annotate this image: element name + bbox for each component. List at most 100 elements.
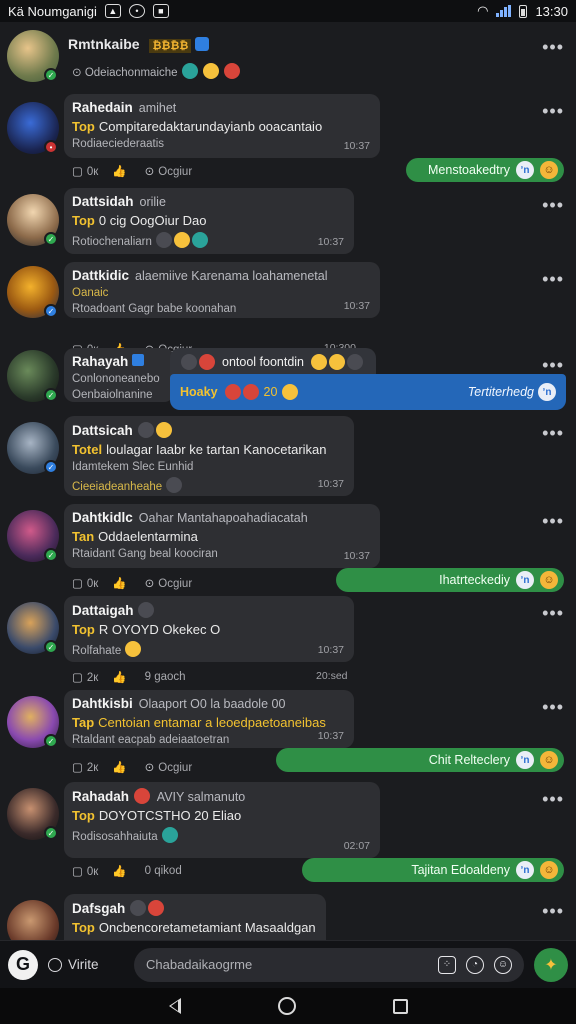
post: ✓ Dahtkidlc Oahar Mantahapoahadiacatah Ta…: [0, 504, 576, 602]
highlighted-reply[interactable]: Hoaky 20 Tertiterhedg ʼn: [170, 374, 566, 410]
timestamp: 10:37: [317, 644, 344, 656]
react-icon: ʼn: [516, 161, 534, 179]
more-icon[interactable]: •••: [542, 698, 564, 716]
like-action[interactable]: 👍: [112, 670, 130, 684]
post-header: ✓ Rmtnkaibe ₿₿₿₿ ⊙ Odeiachonmaiche •••: [0, 30, 576, 92]
post: • Rahedain amihet Top Compitaredaktarunday…: [0, 94, 576, 190]
write-button[interactable]: Virite: [48, 957, 124, 972]
more-icon[interactable]: •••: [542, 512, 564, 530]
bag-icon: ■: [152, 4, 169, 18]
battery-icon: [519, 4, 528, 18]
comment-bubble[interactable]: Dafsgah Top Oncbencoretametamiant Masaald…: [64, 894, 326, 940]
reply-pill[interactable]: Chit Relteclery ʼn ☺: [276, 748, 564, 772]
author-name[interactable]: Rahayah: [72, 354, 128, 369]
like-action[interactable]: 👍: [112, 760, 130, 774]
more-icon[interactable]: •••: [542, 356, 564, 374]
comment-subtext: Oenbaiolnanine: [72, 389, 153, 401]
reply-label: Chit Relteclery: [428, 753, 510, 767]
author-name[interactable]: Rmtnkaibe: [68, 36, 140, 52]
timestamp: 10:37: [317, 478, 344, 490]
comment-feed[interactable]: ✓ Rmtnkaibe ₿₿₿₿ ⊙ Odeiachonmaiche ••• •…: [0, 22, 576, 940]
share-action[interactable]: 0 qikod: [145, 865, 182, 877]
author-name[interactable]: Rahedain: [72, 100, 133, 115]
reply-pill[interactable]: Menstoakedtry ʼn ☺: [406, 158, 564, 182]
comment-bubble[interactable]: Dattkidic alaemiive Karenama loahamenetal…: [64, 262, 380, 318]
grid-icon[interactable]: ⁘: [438, 955, 456, 974]
write-label: Virite: [68, 957, 99, 972]
reply-pill[interactable]: Ihatrteckediy ʼn ☺: [336, 568, 564, 592]
share-action[interactable]: ⊙Ocgiur: [145, 164, 193, 178]
comment-input[interactable]: [146, 957, 428, 972]
comment-bubble[interactable]: Rahadah AVIY salmanuto Top DOYOTCSTHO 20 …: [64, 782, 380, 858]
back-icon[interactable]: [168, 998, 181, 1014]
reply-action[interactable]: ▢0к: [72, 164, 98, 178]
more-icon[interactable]: •••: [542, 270, 564, 288]
author-name[interactable]: Rahadah: [72, 789, 129, 804]
author-name[interactable]: Dattsicah: [72, 423, 133, 438]
more-icon[interactable]: •••: [542, 102, 564, 120]
more-icon[interactable]: •••: [542, 38, 564, 56]
send-icon[interactable]: ✦: [534, 947, 568, 982]
comment-subtext: Rotiochenaliarn: [72, 236, 152, 248]
reply-action[interactable]: ▢ 2к: [72, 760, 98, 774]
clock: 13:30: [535, 3, 568, 19]
comment-subtext: Rolfahate: [72, 645, 122, 657]
author-name[interactable]: Dattaigah: [72, 603, 134, 618]
share-action[interactable]: ⊙Ocgiur: [145, 576, 193, 590]
author-name[interactable]: Dattsidah: [72, 194, 134, 209]
like-action[interactable]: 👍: [112, 576, 130, 590]
reply-action[interactable]: ▢ 2к: [72, 670, 98, 684]
more-icon[interactable]: •••: [542, 196, 564, 214]
author-name[interactable]: Dahtkidlc: [72, 510, 133, 525]
timestamp: 02:07: [343, 840, 370, 852]
home-icon[interactable]: [277, 997, 296, 1015]
more-icon[interactable]: •••: [542, 790, 564, 808]
gif-icon[interactable]: ◔: [466, 955, 484, 974]
verified-icon: ✓: [44, 548, 58, 562]
status-bar: Kä Noumganigi ▲ • ■ ◠ 13:30: [0, 0, 576, 22]
g-logo-icon[interactable]: G: [8, 949, 38, 980]
post: ✓ Dattsicah Totel loulagar Iaabr ke tarta…: [0, 416, 576, 496]
reply-pill[interactable]: Tajitan Edoaldeny ʼn ☺: [302, 858, 564, 882]
author-subtitle: Odeiachonmaiche: [84, 67, 178, 79]
reply-action[interactable]: ▢0к: [72, 576, 98, 590]
comment-text: Compitaredaktarundayianb ooacantaio: [98, 119, 323, 134]
more-icon[interactable]: •••: [542, 424, 564, 442]
more-icon[interactable]: •••: [542, 902, 564, 920]
avatar[interactable]: [7, 900, 59, 940]
more-icon[interactable]: •••: [542, 604, 564, 622]
comment-subtext: Conlononeanebo: [72, 373, 160, 385]
emoji-icon: [181, 63, 198, 79]
comment-bubble[interactable]: Rahayah Conlononeanebo Oenbaiolnanine: [64, 348, 174, 402]
author-meta: Oahar Mantahapoahadiacatah: [138, 511, 308, 525]
author-name[interactable]: Dattkidic: [72, 268, 129, 283]
comment-actions: ▢ 2к 👍 9 gaoch: [72, 670, 186, 684]
reply-action[interactable]: ▢0к: [72, 864, 98, 878]
comment-bubble[interactable]: Dattsicah Totel loulagar Iaabr ke tartan …: [64, 416, 354, 496]
timestamp: 10:37: [343, 140, 370, 152]
comment-link[interactable]: Oanaic: [72, 287, 372, 299]
share-action[interactable]: 9 gaoch: [145, 671, 186, 683]
comment-subtext: Idamtekem Slec Eunhid: [72, 461, 194, 473]
share-action[interactable]: ⊙Ocgiur: [145, 760, 193, 774]
comment-text: Centoian entamar a leoedpaetoaneibas: [98, 715, 326, 730]
comment-icon: ▢: [72, 166, 83, 178]
like-action[interactable]: 👍: [112, 864, 130, 878]
recents-icon[interactable]: [392, 998, 408, 1014]
verified-icon: ✓: [44, 460, 58, 474]
author-name[interactable]: Dahtkisbi: [72, 696, 133, 711]
comment-link[interactable]: Cieeiadeanheahe: [72, 481, 162, 493]
comment-bubble[interactable]: Dahtkidlc Oahar Mantahapoahadiacatah Tan O…: [64, 504, 380, 568]
comment-bubble[interactable]: Rahedain amihet Top Compitaredaktarundayia…: [64, 94, 380, 158]
emoji-icon[interactable]: ☺: [494, 955, 512, 974]
messenger-icon: •: [128, 4, 145, 18]
top-badge: Top: [72, 213, 95, 228]
timestamp: 10:37: [317, 730, 344, 742]
comment-composer: G Virite ⁘ ◔ ☺ ✦: [0, 940, 576, 988]
author-name[interactable]: Dafsgah: [72, 901, 125, 916]
comment-bubble[interactable]: Dattaigah Top R OYOYD Okekec O Rolfahate …: [64, 596, 354, 662]
timestamp: 20:sed: [316, 670, 348, 682]
comment-bubble[interactable]: Dattsidah orilie Top 0 cig OogOiur Dao Rot…: [64, 188, 354, 254]
like-action[interactable]: 👍: [112, 164, 130, 178]
comment-bubble[interactable]: Dahtkisbi Olaaport O0 la baadole 00 Tap Ce…: [64, 690, 354, 748]
